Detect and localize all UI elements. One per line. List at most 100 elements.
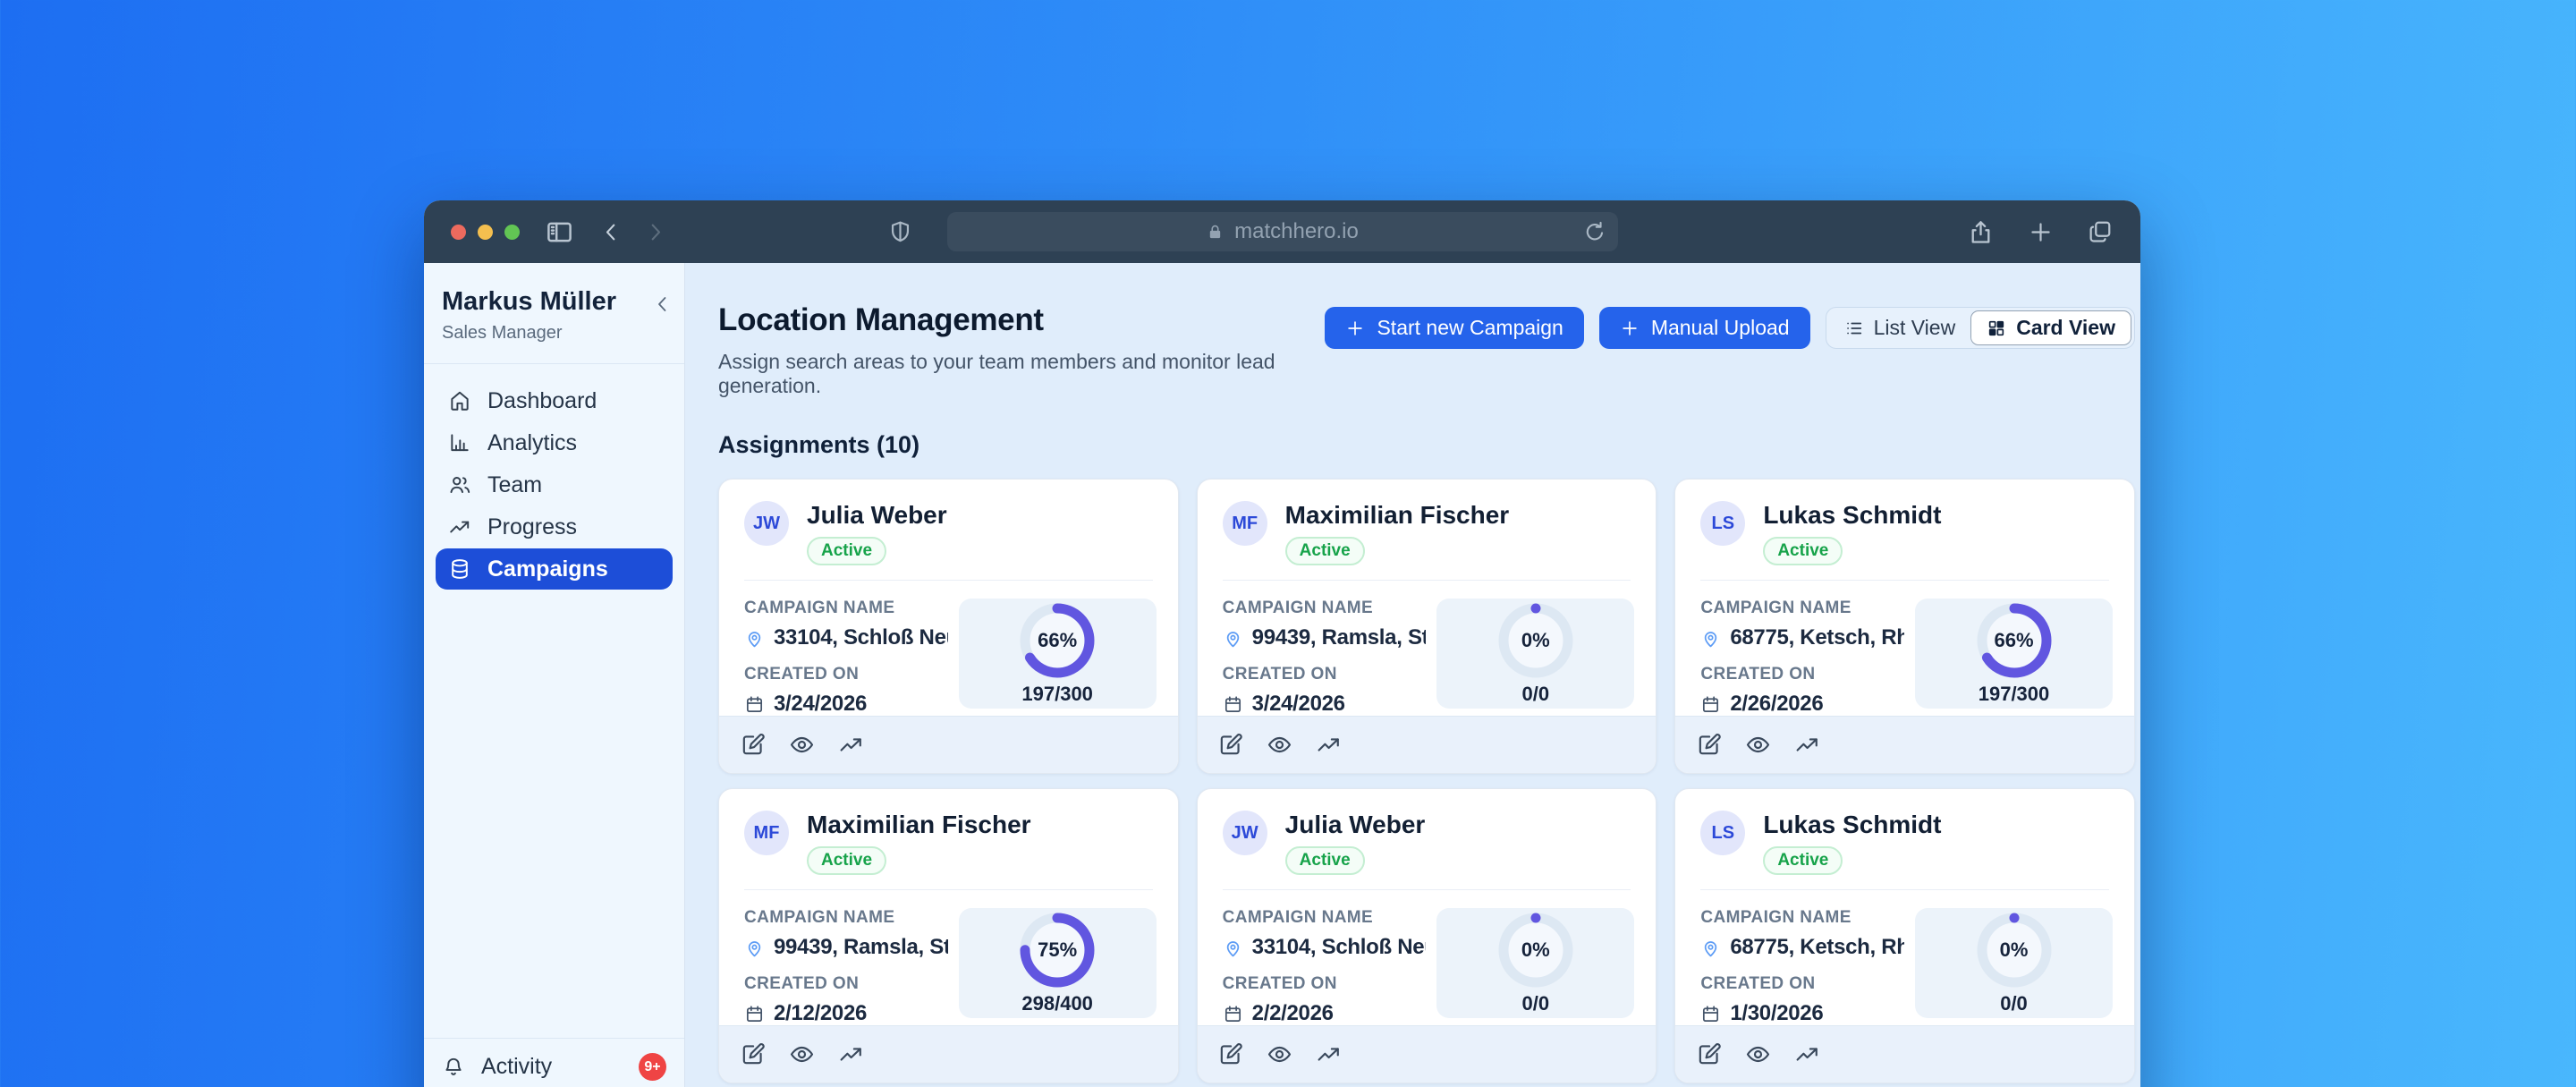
card-view-segment[interactable]: Card View	[1970, 310, 2131, 345]
campaign-name-label: CAMPAIGN NAME	[1223, 908, 1427, 928]
progress-button[interactable]	[832, 726, 869, 764]
campaign-name-label: CAMPAIGN NAME	[1700, 599, 1904, 618]
card-header: LS Lukas Schmidt Active	[1675, 480, 2134, 565]
progress-ratio: 0/0	[1522, 683, 1550, 706]
progress-button[interactable]	[1310, 726, 1348, 764]
progress-ring: 0%	[1977, 913, 2052, 988]
card-body: CAMPAIGN NAME 68775, Ketsch, Rhein-Nec… …	[1675, 890, 2134, 1025]
url-text: matchhero.io	[1234, 219, 1359, 244]
progress-button[interactable]	[1788, 726, 1826, 764]
card-header: JW Julia Weber Active	[1198, 789, 1657, 875]
close-window-button[interactable]	[451, 225, 466, 240]
reload-icon[interactable]	[1582, 219, 1607, 244]
member-name: Julia Weber	[807, 501, 947, 530]
calendar-icon	[1700, 1004, 1721, 1024]
share-icon[interactable]	[1967, 218, 1995, 246]
sidebar-nav: Dashboard Analytics Team Progress Campai…	[424, 364, 684, 606]
manual-upload-button[interactable]: Manual Upload	[1599, 307, 1810, 349]
nav-icon	[448, 473, 471, 497]
card-footer	[719, 1025, 1178, 1083]
campaign-row: 99439, Ramsla, Stedten a…	[744, 935, 948, 960]
progress-ratio: 0/0	[2000, 992, 2028, 1015]
edit-icon	[1696, 1041, 1722, 1067]
member-name: Maximilian Fischer	[1285, 501, 1510, 530]
assignment-card: LS Lukas Schmidt Active CAMPAIGN NAME 68…	[1674, 788, 2135, 1083]
eye-icon	[1745, 1041, 1771, 1067]
edit-button[interactable]	[733, 1036, 771, 1074]
page-title: Location Management	[718, 302, 1325, 338]
calendar-icon	[1223, 694, 1243, 715]
campaign-row: 99439, Ramsla, Stedten a…	[1223, 625, 1427, 650]
avatar: JW	[744, 501, 789, 546]
assignment-card: MF Maximilian Fischer Active CAMPAIGN NA…	[718, 788, 1179, 1083]
zoom-window-button[interactable]	[504, 225, 520, 240]
progress-percent: 0%	[1498, 603, 1573, 678]
sidebar-item-label: Campaigns	[487, 556, 608, 582]
start-new-campaign-label: Start new Campaign	[1377, 316, 1563, 340]
sidebar-item-analytics[interactable]: Analytics	[436, 422, 673, 463]
progress-button[interactable]	[832, 1036, 869, 1074]
campaign-row: 33104, Schloß Neuhaus, S…	[1223, 935, 1427, 960]
member-name: Lukas Schmidt	[1763, 501, 1941, 530]
list-view-segment[interactable]: List View	[1829, 310, 1971, 345]
edit-icon	[1217, 1041, 1243, 1067]
trending-up-icon	[838, 732, 864, 758]
bell-icon	[442, 1056, 465, 1079]
list-icon	[1844, 318, 1864, 338]
header-actions: Start new Campaign Manual Upload List Vi…	[1325, 307, 2135, 349]
progress-panel: 0% 0/0	[1436, 908, 1634, 1018]
avatar: JW	[1223, 811, 1267, 855]
card-view-label: Card View	[2016, 316, 2115, 340]
assignments-grid: JW Julia Weber Active CAMPAIGN NAME 3310…	[718, 479, 2135, 1087]
card-fields: CAMPAIGN NAME 68775, Ketsch, Rhein-Nec… …	[1700, 599, 1904, 716]
status-badge: Active	[1285, 846, 1365, 875]
back-icon[interactable]	[599, 220, 623, 244]
card-body: CAMPAIGN NAME 99439, Ramsla, Stedten a… …	[1198, 581, 1657, 716]
view-button[interactable]	[783, 726, 820, 764]
progress-button[interactable]	[1788, 1036, 1826, 1074]
sidebar-toggle-icon[interactable]	[545, 217, 574, 247]
nav-icon	[448, 389, 471, 412]
sidebar-item-activity[interactable]: Activity 9+	[424, 1039, 684, 1087]
view-button[interactable]	[1261, 1036, 1299, 1074]
view-button[interactable]	[1739, 726, 1776, 764]
created-row: 3/24/2026	[744, 692, 948, 717]
nav-icon	[448, 557, 471, 581]
campaign-name-value: 99439, Ramsla, Stedten a…	[1252, 625, 1427, 650]
edit-icon	[740, 732, 766, 758]
sidebar-item-campaigns[interactable]: Campaigns	[436, 548, 673, 590]
privacy-shield-icon[interactable]	[887, 219, 913, 245]
campaign-row: 33104, Schloß Neuhaus, S…	[744, 625, 948, 650]
user-profile: Markus Müller Sales Manager	[424, 263, 684, 363]
tab-overview-icon[interactable]	[2087, 218, 2114, 245]
view-button[interactable]	[1261, 726, 1299, 764]
campaign-name-label: CAMPAIGN NAME	[744, 908, 948, 928]
location-pin-icon	[744, 628, 765, 649]
new-tab-icon[interactable]	[2028, 219, 2054, 245]
member-name: Lukas Schmidt	[1763, 811, 1941, 839]
status-badge: Active	[1763, 846, 1843, 875]
progress-button[interactable]	[1310, 1036, 1348, 1074]
location-pin-icon	[1700, 628, 1721, 649]
sidebar-item-progress[interactable]: Progress	[436, 506, 673, 548]
view-button[interactable]	[1739, 1036, 1776, 1074]
created-on-value: 2/2/2026	[1252, 1001, 1334, 1026]
avatar: MF	[1223, 501, 1267, 546]
sidebar-item-dashboard[interactable]: Dashboard	[436, 380, 673, 421]
eye-icon	[789, 732, 815, 758]
edit-button[interactable]	[1690, 1036, 1727, 1074]
start-new-campaign-button[interactable]: Start new Campaign	[1325, 307, 1583, 349]
address-bar[interactable]: matchhero.io	[947, 212, 1618, 251]
edit-button[interactable]	[1212, 726, 1250, 764]
calendar-icon	[744, 694, 765, 715]
edit-button[interactable]	[1690, 726, 1727, 764]
edit-button[interactable]	[1212, 1036, 1250, 1074]
edit-button[interactable]	[733, 726, 771, 764]
view-button[interactable]	[783, 1036, 820, 1074]
minimize-window-button[interactable]	[478, 225, 493, 240]
member-block: Julia Weber Active	[807, 501, 947, 565]
calendar-icon	[1700, 694, 1721, 715]
card-header: MF Maximilian Fischer Active	[1198, 480, 1657, 565]
sidebar-collapse-icon[interactable]	[652, 293, 674, 315]
sidebar-item-team[interactable]: Team	[436, 464, 673, 505]
